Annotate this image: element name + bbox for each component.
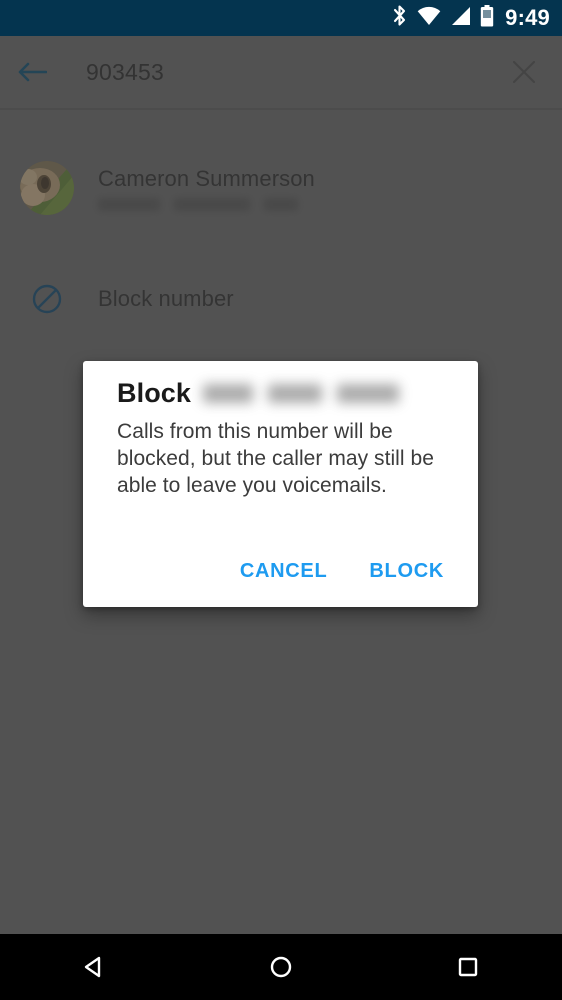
contact-photo-avatar xyxy=(20,161,74,215)
phone-screen: 9:49 903453 Cameron Summerson Block numb… xyxy=(0,0,562,1000)
block-number-row[interactable]: Block number xyxy=(0,268,562,330)
redaction-bar xyxy=(268,383,323,403)
dialog-title-number-redacted xyxy=(203,383,400,403)
bluetooth-icon xyxy=(391,4,408,32)
redaction-bar xyxy=(337,383,400,403)
block-circle-slash-icon xyxy=(32,284,62,314)
contact-text-block: Cameron Summerson xyxy=(98,166,315,211)
battery-icon xyxy=(480,4,494,32)
close-button[interactable] xyxy=(500,48,548,96)
nav-back-triangle-icon xyxy=(84,956,100,978)
redaction-bar xyxy=(174,197,250,211)
nav-back-button[interactable] xyxy=(48,934,140,1000)
block-confirmation-dialog: Block Calls from this number will be blo… xyxy=(83,361,478,607)
back-arrow-icon xyxy=(18,62,47,82)
back-button[interactable] xyxy=(0,36,64,108)
cancel-button[interactable]: CANCEL xyxy=(224,550,344,593)
close-x-icon xyxy=(512,60,536,84)
android-navigation-bar xyxy=(0,934,562,1000)
block-number-label: Block number xyxy=(98,286,234,311)
app-toolbar: 903453 xyxy=(0,36,562,110)
wifi-icon xyxy=(417,6,441,31)
nav-recents-button[interactable] xyxy=(422,934,514,1000)
status-bar: 9:49 xyxy=(0,0,562,36)
dialog-title-prefix: Block xyxy=(117,377,192,408)
redaction-bar xyxy=(98,197,160,211)
status-time: 9:49 xyxy=(505,5,550,30)
redaction-bar xyxy=(264,197,298,211)
block-button[interactable]: BLOCK xyxy=(353,550,460,593)
toolbar-title: 903453 xyxy=(86,58,164,85)
avatar xyxy=(20,161,74,215)
contact-row[interactable]: Cameron Summerson xyxy=(0,140,562,236)
contact-name: Cameron Summerson xyxy=(98,165,315,191)
dialog-title: Block xyxy=(83,361,478,408)
nav-recents-square-icon xyxy=(459,957,478,977)
dialog-actions: CANCEL BLOCK xyxy=(224,550,460,593)
nav-home-button[interactable] xyxy=(235,934,327,1000)
contact-subtitle-redacted xyxy=(98,197,315,211)
toolbar-divider xyxy=(0,108,562,110)
cellular-signal-icon xyxy=(450,6,471,31)
nav-home-circle-icon xyxy=(270,956,292,978)
dialog-message: Calls from this number will be blocked, … xyxy=(117,420,434,497)
redaction-bar xyxy=(203,383,254,403)
block-icon-container xyxy=(20,283,74,315)
